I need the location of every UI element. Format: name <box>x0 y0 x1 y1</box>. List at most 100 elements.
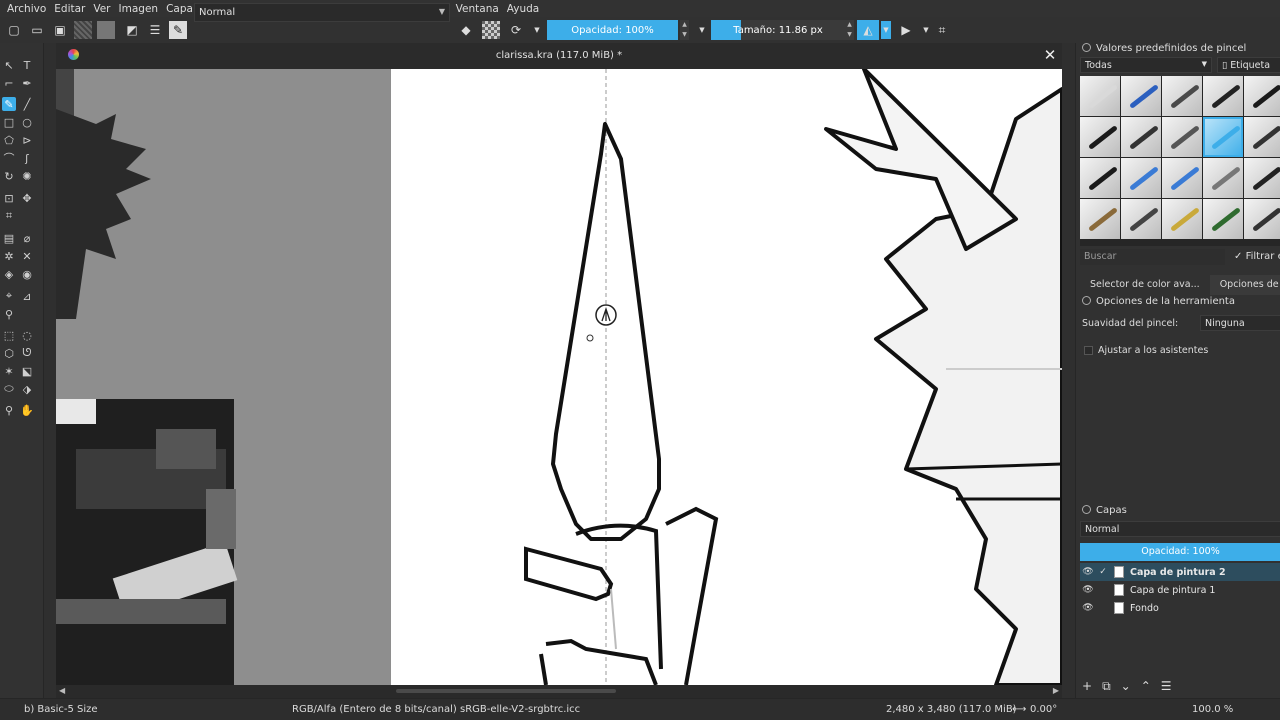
similar-select-tool-icon[interactable]: ⬕ <box>20 364 34 378</box>
horizontal-scrollbar[interactable]: ◀ ▶ <box>56 685 1062 698</box>
enclose-fill-tool-icon[interactable]: ◉ <box>20 267 34 281</box>
move-layer-down-icon[interactable]: ⌄ <box>1121 679 1131 694</box>
rotation-value[interactable]: 0.00° <box>1030 704 1057 715</box>
ellipse-tool-icon[interactable]: ○ <box>20 115 34 129</box>
menu-ventana[interactable]: Ventana <box>453 3 502 15</box>
move-layer-up-icon[interactable]: ⌃ <box>1141 679 1151 694</box>
preset-search-input[interactable]: Buscar <box>1080 249 1225 265</box>
scroll-right-icon[interactable]: ▶ <box>1053 686 1059 695</box>
contiguous-select-tool-icon[interactable]: ✶ <box>2 364 16 378</box>
color-swap-icon[interactable]: ◩ <box>123 21 141 39</box>
dock-float-icon[interactable] <box>1082 296 1091 305</box>
eye-icon[interactable]: 👁 <box>1080 567 1096 577</box>
layer-menu-icon[interactable]: ☰ <box>1161 679 1172 694</box>
brush-preset-item[interactable] <box>1162 158 1202 198</box>
wrap-around-icon[interactable]: ⌗ <box>933 21 951 39</box>
brush-preset-item[interactable] <box>1121 76 1161 116</box>
line-tool-icon[interactable]: ╱ <box>20 97 34 111</box>
tab-tool-options[interactable]: Opciones de la he <box>1209 275 1280 295</box>
brush-preset-item[interactable] <box>1244 199 1280 239</box>
smart-patch-tool-icon[interactable]: ✕ <box>20 249 34 263</box>
eye-icon[interactable]: 👁 <box>1080 585 1096 595</box>
pan-tool-icon[interactable]: ✋ <box>20 403 34 417</box>
opacity-slider[interactable]: Opacidad: 100% <box>547 20 678 40</box>
rect-select-tool-icon[interactable]: ⬚ <box>2 328 16 342</box>
brush-preset-item[interactable] <box>1203 117 1243 157</box>
smoothing-select[interactable]: Ninguna <box>1200 315 1280 331</box>
chevron-down-icon[interactable]: ▼ <box>693 21 711 39</box>
menu-editar[interactable]: Editar <box>51 3 88 15</box>
blend-mode-select[interactable]: Normal ▼ <box>194 3 450 22</box>
polyline-tool-icon[interactable]: ⊳ <box>20 133 34 147</box>
pattern-swatch-icon[interactable] <box>74 21 92 39</box>
size-spinner[interactable]: ▲ ▼ <box>845 20 854 40</box>
assistant-checkbox[interactable] <box>1084 346 1093 355</box>
size-slider[interactable]: Tamaño: 11.86 px <box>711 20 845 40</box>
brush-preset-item[interactable] <box>1080 158 1120 198</box>
menu-ver[interactable]: Ver <box>90 3 113 15</box>
transform-tool-icon[interactable]: ⊡ <box>2 191 16 205</box>
brush-preset-item[interactable] <box>1203 199 1243 239</box>
filter-checkbox[interactable]: ✓ Filtrar e <box>1234 251 1280 262</box>
calligraphy-tool-icon[interactable]: ✒ <box>20 76 34 90</box>
edit-shapes-tool-icon[interactable]: ⌐ <box>2 76 16 90</box>
measure-tool-icon[interactable]: ⊿ <box>20 289 34 303</box>
freehand-brush-tool-icon[interactable]: ✎ <box>2 97 16 111</box>
layer-name[interactable]: Capa de pintura 1 <box>1130 585 1215 596</box>
polygon-select-tool-icon[interactable]: ⬡ <box>2 346 16 360</box>
rectangle-tool-icon[interactable]: □ <box>2 115 16 129</box>
layer-row[interactable]: 👁 Capa de pintura 1 <box>1080 581 1280 599</box>
zoom-tool-icon[interactable]: ⚲ <box>2 403 16 417</box>
chevron-down-icon[interactable]: ▼ <box>528 21 546 39</box>
brush-preset-item[interactable] <box>1203 76 1243 116</box>
menu-archivo[interactable]: Archivo <box>4 3 49 15</box>
brush-preset-item[interactable] <box>1162 76 1202 116</box>
layer-row[interactable]: 👁 Fondo <box>1080 599 1280 617</box>
open-document-icon[interactable]: ▭ <box>28 21 46 39</box>
layer-row[interactable]: 👁 ✓ Capa de pintura 2 <box>1080 563 1280 581</box>
gradient-swatch-icon[interactable] <box>97 21 115 39</box>
crop-tool-icon[interactable]: ⌗ <box>2 209 16 223</box>
bezier-tool-icon[interactable]: ⌒ <box>2 151 16 165</box>
rotate-icon[interactable]: ⟷ <box>1012 704 1026 715</box>
color-picker-tool-icon[interactable]: ⌀ <box>20 231 34 245</box>
scrollbar-thumb[interactable] <box>396 689 616 693</box>
brush-preset-item[interactable] <box>1121 199 1161 239</box>
fill-tool-icon[interactable]: ◈ <box>2 267 16 281</box>
multibrush-tool-icon[interactable]: ✺ <box>20 169 34 183</box>
document-title[interactable]: clarissa.kra (117.0 MiB) * <box>56 50 1062 61</box>
brush-preset-item[interactable] <box>1121 117 1161 157</box>
layer-name[interactable]: Fondo <box>1130 603 1159 614</box>
move-tool-icon[interactable]: ✥ <box>20 191 34 205</box>
polygon-tool-icon[interactable]: ⬠ <box>2 133 16 147</box>
menu-ayuda[interactable]: Ayuda <box>504 3 542 15</box>
tag-select[interactable]: ▯ Etiqueta <box>1217 57 1280 73</box>
layer-blend-select[interactable]: Normal <box>1080 521 1280 537</box>
freehand-path-tool-icon[interactable]: ʃ <box>20 151 34 165</box>
menu-imagen[interactable]: Imagen <box>116 3 162 15</box>
brush-preset-item[interactable] <box>1244 76 1280 116</box>
duplicate-layer-icon[interactable]: ⧉ <box>1102 679 1111 694</box>
brush-preset-item[interactable] <box>1080 117 1120 157</box>
eye-icon[interactable]: 👁 <box>1080 603 1096 613</box>
opacity-spinner[interactable]: ▲ ▼ <box>680 20 689 40</box>
freehand-select-tool-icon[interactable]: ᘎ <box>20 346 34 360</box>
zoom-level[interactable]: 100.0 % <box>1192 704 1233 715</box>
save-icon[interactable]: ▣ <box>51 21 69 39</box>
reference-images-tool-icon[interactable]: ⚲ <box>2 307 16 321</box>
mirror-horizontal-icon[interactable]: ◭ <box>857 20 879 40</box>
menu-capa[interactable]: Capa <box>163 3 196 15</box>
scroll-left-icon[interactable]: ◀ <box>59 686 65 695</box>
mirror-vertical-icon[interactable]: ▶ <box>897 21 915 39</box>
close-icon[interactable]: ✕ <box>1042 47 1058 63</box>
magnetic-select-tool-icon[interactable]: ⬗ <box>20 382 34 396</box>
colorize-mask-tool-icon[interactable]: ✲ <box>2 249 16 263</box>
preserve-alpha-icon[interactable] <box>482 21 500 39</box>
layer-opacity-slider[interactable]: Opacidad: 100% <box>1080 543 1280 561</box>
dock-float-icon[interactable] <box>1082 43 1091 52</box>
brush-preset-icon[interactable]: ✎ <box>169 21 187 39</box>
brush-preset-item[interactable] <box>1080 76 1120 116</box>
brush-preset-item[interactable] <box>1162 117 1202 157</box>
dynamic-brush-tool-icon[interactable]: ↻ <box>2 169 16 183</box>
dock-float-icon[interactable] <box>1082 505 1091 514</box>
